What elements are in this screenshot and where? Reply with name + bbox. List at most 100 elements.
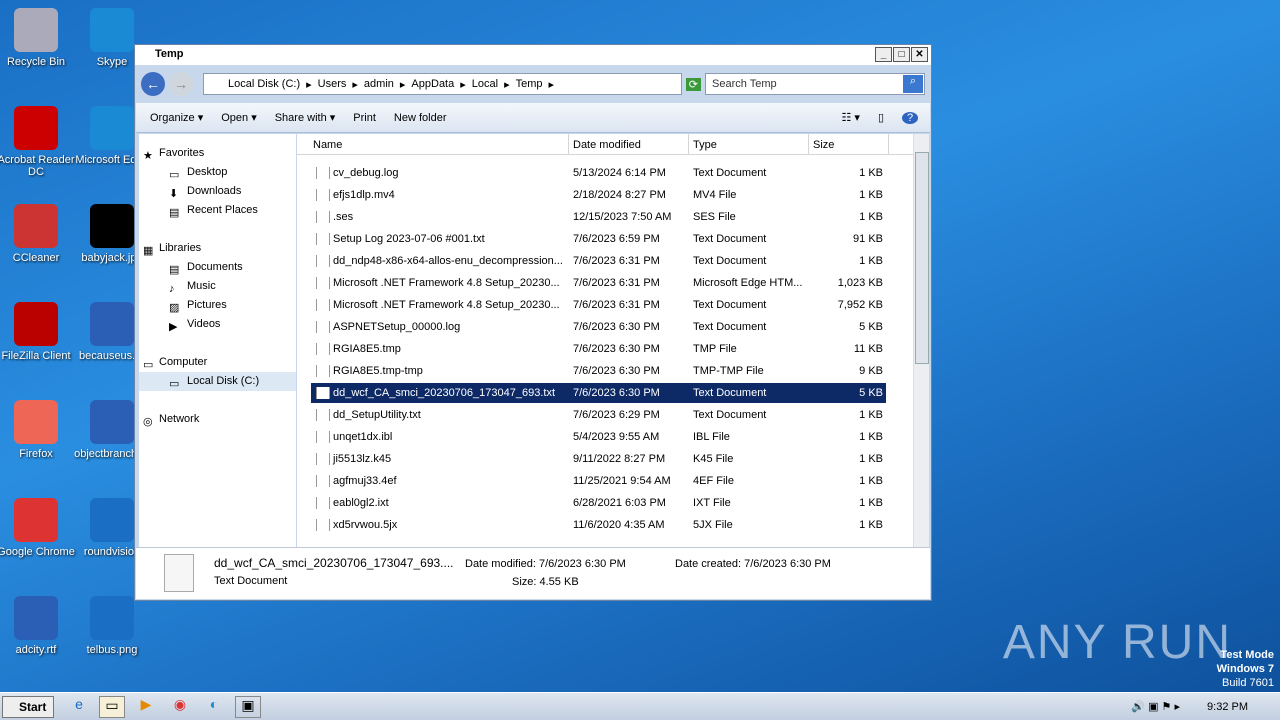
app-icon[interactable]: ▣ xyxy=(235,696,261,718)
file-type: 4EF File xyxy=(693,475,734,487)
desktop-icon[interactable]: telbus.png xyxy=(72,596,152,656)
desktop-icon[interactable]: Recycle Bin xyxy=(0,8,76,68)
file-date: 7/6/2023 6:30 PM xyxy=(573,365,660,377)
breadcrumb-item[interactable]: admin xyxy=(364,78,394,90)
chrome-icon[interactable]: ◉ xyxy=(167,696,193,718)
file-date: 7/6/2023 6:31 PM xyxy=(573,255,660,267)
file-row-partial[interactable] xyxy=(311,537,886,547)
file-date: 2/18/2024 8:27 PM xyxy=(573,189,666,201)
file-row[interactable]: efjs1dlp.mv4 2/18/2024 8:27 PM MV4 File 1 K… xyxy=(311,185,886,205)
edge-icon[interactable]: ◐ xyxy=(201,696,227,718)
media-player-icon[interactable]: ▶ xyxy=(133,696,159,718)
nav-item-local-disk-c-[interactable]: ▭ Local Disk (C:) xyxy=(139,372,296,391)
file-row[interactable]: .ses 12/15/2023 7:50 AM SES File 1 KB xyxy=(311,207,886,227)
nav-item-computer[interactable]: ▭ Computer xyxy=(139,353,296,372)
details-modified: Date modified: 7/6/2023 6:30 PM xyxy=(465,558,626,570)
file-row[interactable]: Microsoft .NET Framework 4.8 Setup_20230… xyxy=(311,273,886,293)
file-row[interactable]: ji5513lz.k45 9/11/2022 8:27 PM K45 File 1 K… xyxy=(311,449,886,469)
nav-item-recent-places[interactable]: ▤ Recent Places xyxy=(139,201,296,220)
column-type[interactable]: Type xyxy=(689,134,809,154)
maximize-button[interactable]: □ xyxy=(893,47,910,62)
breadcrumb-item[interactable]: Local Disk (C:) xyxy=(228,78,300,90)
breadcrumb-item[interactable]: Local xyxy=(472,78,498,90)
nav-item-libraries[interactable]: ▦ Libraries xyxy=(139,239,296,258)
tray-icons[interactable]: 🔊 ▣ ⚑ ▸ xyxy=(1131,700,1180,713)
print-button[interactable]: Print xyxy=(353,112,376,124)
file-row[interactable]: dd_ndp48-x86-x64-allos-enu_decompression… xyxy=(311,251,886,271)
minimize-button[interactable]: _ xyxy=(875,47,892,62)
share-with-button[interactable]: Share with ▾ xyxy=(275,111,336,124)
help-icon[interactable]: ? xyxy=(902,111,918,124)
desktop-icon[interactable]: adcity.rtf xyxy=(0,596,76,656)
search-icon[interactable]: ⌕ xyxy=(903,75,923,93)
pictures-icon: ▨ xyxy=(169,302,180,314)
preview-pane-icon[interactable]: ▯ xyxy=(878,111,884,124)
explorer-icon[interactable]: ▭ xyxy=(99,696,125,718)
file-row[interactable]: cv_debug.log 5/13/2024 6:14 PM Text Docume… xyxy=(311,163,886,183)
file-row[interactable]: dd_SetupUtility.txt 7/6/2023 6:29 PM Text … xyxy=(311,405,886,425)
address-bar[interactable]: Local Disk (C:) ▸ Users ▸ admin ▸ AppData ▸ Loca… xyxy=(203,73,682,95)
breadcrumb-item[interactable]: Temp xyxy=(516,78,543,90)
new-folder-button[interactable]: New folder xyxy=(394,112,447,124)
nav-item-documents[interactable]: ▤ Documents xyxy=(139,258,296,277)
column-name[interactable]: Name xyxy=(297,134,569,154)
file-row[interactable]: xd5rvwou.5jx 11/6/2020 4:35 AM 5JX File 1 K… xyxy=(311,515,886,535)
desktop-icon-image xyxy=(14,400,58,444)
forward-button[interactable]: → xyxy=(169,72,193,96)
nav-item-downloads[interactable]: ⬇ Downloads xyxy=(139,182,296,201)
clock[interactable]: 9:32 PM xyxy=(1207,701,1248,713)
breadcrumb-separator-icon[interactable]: ▸ xyxy=(460,78,466,91)
breadcrumb-separator-icon[interactable]: ▸ xyxy=(306,78,312,91)
file-type: IBL File xyxy=(693,431,730,443)
breadcrumb-separator-icon[interactable]: ▸ xyxy=(504,78,510,91)
refresh-icon[interactable]: ⟳ xyxy=(685,77,701,91)
column-size[interactable]: Size xyxy=(809,134,889,154)
nav-item-music[interactable]: ♪ Music xyxy=(139,277,296,296)
file-name: .ses xyxy=(311,211,573,223)
scrollbar[interactable] xyxy=(913,134,929,548)
open-button[interactable]: Open ▾ xyxy=(221,111,257,124)
file-row[interactable]: Setup Log 2023-07-06 #001.txt 7/6/2023 6:… xyxy=(311,229,886,249)
back-button[interactable]: ← xyxy=(141,72,165,96)
file-size: 1 KB xyxy=(859,167,883,179)
nav-item-desktop[interactable]: ▭ Desktop xyxy=(139,163,296,182)
desktop-icon[interactable]: CCleaner xyxy=(0,204,76,264)
file-size: 1 KB xyxy=(859,255,883,267)
file-row[interactable]: ASPNETSetup_00000.log 7/6/2023 6:30 PM Tex… xyxy=(311,317,886,337)
file-row[interactable]: dd_wcf_CA_smci_20230706_173047_693.txt 7/… xyxy=(311,383,886,403)
breadcrumb-separator-icon[interactable]: ▸ xyxy=(400,78,406,91)
file-row[interactable]: agfmuj33.4ef 11/25/2021 9:54 AM 4EF File 1 … xyxy=(311,471,886,491)
ie-icon[interactable]: e xyxy=(66,696,92,718)
nav-item-label: Network xyxy=(159,413,200,425)
view-options-icon[interactable]: ☷ ▾ xyxy=(841,111,859,124)
file-row[interactable]: eabl0gl2.ixt 6/28/2021 6:03 PM IXT File 1 K… xyxy=(311,493,886,513)
breadcrumb-separator-icon[interactable]: ▸ xyxy=(549,78,555,91)
breadcrumb-item[interactable]: AppData xyxy=(411,78,454,90)
search-input[interactable]: Search Temp ⌕ xyxy=(705,73,925,95)
nav-item-network[interactable]: ◎ Network xyxy=(139,410,296,429)
scrollbar-thumb[interactable] xyxy=(915,152,929,364)
start-button[interactable]: Start xyxy=(2,696,54,718)
file-row[interactable]: unqet1dx.ibl 5/4/2023 9:55 AM IBL File 1 KB xyxy=(311,427,886,447)
file-type: IXT File xyxy=(693,497,731,509)
column-date-modified[interactable]: Date modified xyxy=(569,134,689,154)
nav-item-pictures[interactable]: ▨ Pictures xyxy=(139,296,296,315)
desktop-icon-image xyxy=(90,302,134,346)
desktop-icon[interactable]: Google Chrome xyxy=(0,498,76,558)
desktop-icon[interactable]: Firefox xyxy=(0,400,76,460)
details-filename: dd_wcf_CA_smci_20230706_173047_693.... xyxy=(214,556,454,570)
file-size: 1 KB xyxy=(859,409,883,421)
nav-item-videos[interactable]: ▶ Videos xyxy=(139,315,296,334)
breadcrumb-item[interactable]: Users xyxy=(318,78,347,90)
breadcrumb-separator-icon[interactable]: ▸ xyxy=(352,78,358,91)
file-row[interactable]: RGIA8E5.tmp-tmp 7/6/2023 6:30 PM TMP-TMP F… xyxy=(311,361,886,381)
desktop-icon[interactable]: Acrobat Reader DC xyxy=(0,106,76,178)
desktop-icon-label: Recycle Bin xyxy=(6,56,66,68)
desktop-icon-label: adcity.rtf xyxy=(15,644,57,656)
nav-item-favorites[interactable]: ★ Favorites xyxy=(139,144,296,163)
organize-button[interactable]: Organize ▾ xyxy=(150,111,203,124)
close-button[interactable]: ✕ xyxy=(911,47,928,62)
file-row[interactable]: RGIA8E5.tmp 7/6/2023 6:30 PM TMP File 11 KB xyxy=(311,339,886,359)
file-row[interactable]: Microsoft .NET Framework 4.8 Setup_20230… xyxy=(311,295,886,315)
desktop-icon[interactable]: FileZilla Client xyxy=(0,302,76,362)
